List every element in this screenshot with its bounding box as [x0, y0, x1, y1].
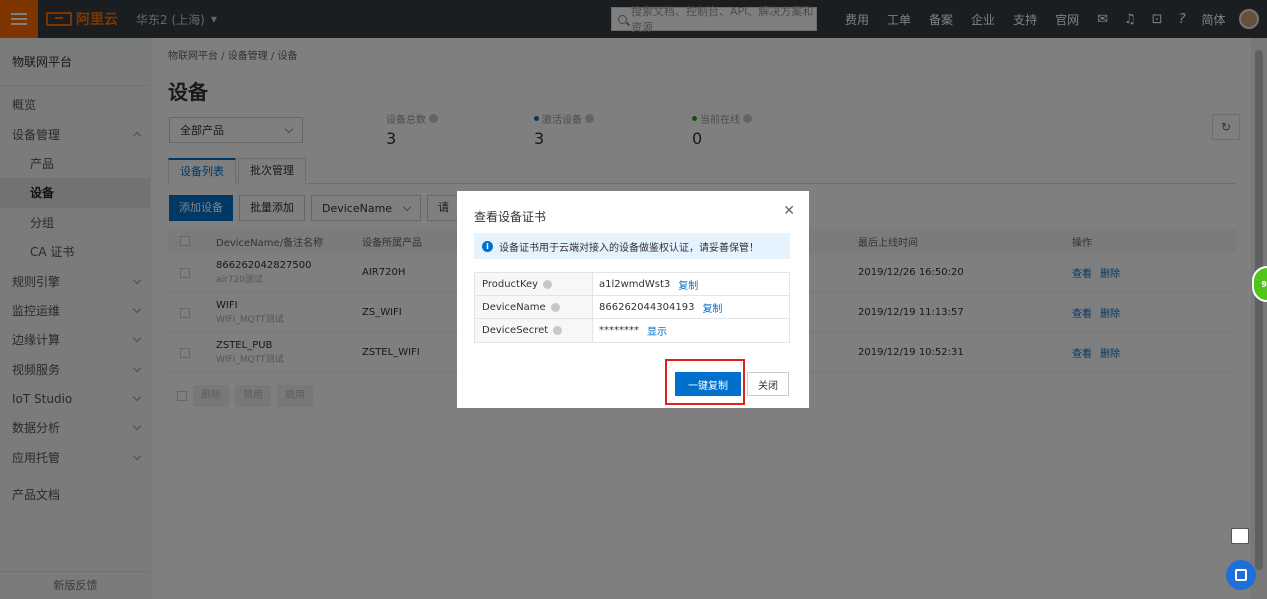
device-cert-dialog: 查看设备证书 ✕ i 设备证书用于云端对接入的设备做鉴权认证，请妥善保管！ Pr…: [457, 191, 809, 408]
close-button[interactable]: 关闭: [747, 372, 789, 396]
field-key: ProductKey: [482, 278, 539, 290]
field-value: ********: [599, 325, 639, 336]
help-icon[interactable]: [553, 326, 563, 335]
info-icon: i: [482, 240, 493, 252]
copy-product-key-link[interactable]: 复制: [678, 277, 698, 292]
notice-text: 设备证书用于云端对接入的设备做鉴权认证，请妥善保管！: [499, 242, 759, 254]
cert-table: ProductKey a1l2wmdWst3 复制 DeviceName 8662…: [474, 272, 790, 343]
close-icon[interactable]: ✕: [783, 203, 795, 219]
cert-row-product-key: ProductKey a1l2wmdWst3 复制: [475, 273, 789, 296]
cert-row-device-name: DeviceName 866262044304193 复制: [475, 296, 789, 319]
cert-row-device-secret: DeviceSecret ******** 显示: [475, 319, 789, 342]
copy-all-button[interactable]: 一键复制: [675, 372, 741, 396]
copy-device-name-link[interactable]: 复制: [702, 300, 722, 315]
chat-icon[interactable]: [1231, 528, 1249, 544]
help-icon[interactable]: [550, 302, 560, 312]
apps-grid-icon[interactable]: [1226, 560, 1256, 590]
field-key: DeviceName: [482, 301, 546, 313]
help-icon[interactable]: [543, 279, 553, 289]
dialog-title: 查看设备证书: [474, 210, 547, 224]
field-key: DeviceSecret: [482, 325, 549, 336]
show-secret-link[interactable]: 显示: [647, 323, 667, 338]
notice-banner: i 设备证书用于云端对接入的设备做鉴权认证，请妥善保管！: [474, 233, 790, 259]
field-value: a1l2wmdWst3: [599, 278, 671, 290]
field-value: 866262044304193: [599, 301, 695, 313]
